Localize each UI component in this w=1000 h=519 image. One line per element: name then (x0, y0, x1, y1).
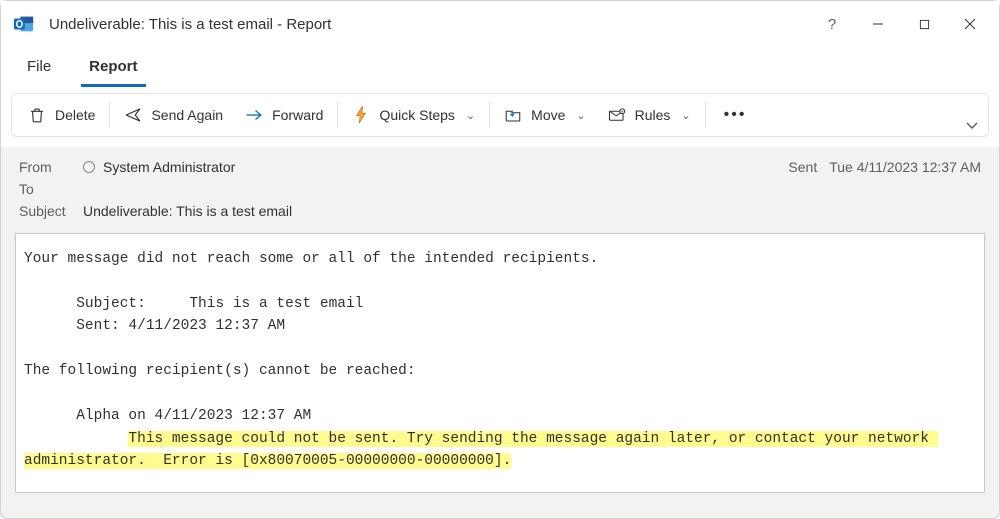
collapse-ribbon-button[interactable] (962, 117, 982, 138)
move-to-folder-icon (504, 106, 522, 124)
minimize-button[interactable] (855, 1, 901, 47)
rules-button[interactable]: Rules ⌄ (598, 97, 701, 133)
message-body-pane[interactable]: Your message did not reach some or all o… (15, 233, 985, 493)
close-button[interactable] (947, 1, 993, 47)
maximize-button[interactable] (901, 1, 947, 47)
ribbon-toolbar: Delete Send Again Forward Quick Steps ⌄ (11, 93, 989, 137)
ellipsis-icon: ••• (724, 106, 747, 124)
sent-value: Tue 4/11/2023 12:37 AM (829, 159, 981, 175)
send-again-label: Send Again (151, 107, 223, 123)
rules-icon (608, 106, 626, 124)
from-value: System Administrator (103, 159, 235, 175)
chevron-down-icon: ⌄ (466, 109, 475, 122)
lightning-icon (352, 106, 370, 124)
error-highlight: This message could not be sent. Try send… (24, 431, 938, 469)
move-button[interactable]: Move ⌄ (494, 97, 595, 133)
send-icon (124, 106, 142, 124)
forward-arrow-icon (245, 106, 263, 124)
forward-label: Forward (272, 107, 323, 123)
outlook-app-icon (13, 13, 35, 35)
to-label: To (19, 181, 83, 197)
rules-label: Rules (635, 107, 671, 123)
title-bar: Undeliverable: This is a test email - Re… (1, 1, 999, 47)
from-label: From (19, 159, 83, 175)
chevron-down-icon: ⌄ (576, 109, 585, 122)
forward-button[interactable]: Forward (235, 97, 333, 133)
tab-file[interactable]: File (19, 50, 59, 87)
move-label: Move (531, 107, 565, 123)
presence-indicator-icon (83, 161, 95, 173)
ribbon-tabs: File Report (1, 47, 999, 87)
help-button[interactable]: ? (809, 1, 855, 47)
send-again-button[interactable]: Send Again (114, 97, 233, 133)
delete-label: Delete (55, 107, 95, 123)
delete-button[interactable]: Delete (18, 97, 105, 133)
window-title: Undeliverable: This is a test email - Re… (49, 16, 331, 33)
message-header: From System Administrator Sent Tue 4/11/… (1, 147, 999, 229)
chevron-down-icon: ⌄ (681, 109, 690, 122)
quick-steps-button[interactable]: Quick Steps ⌄ (342, 97, 485, 133)
subject-label: Subject (19, 203, 83, 219)
more-commands-button[interactable]: ••• (710, 97, 761, 133)
sent-label: Sent (788, 159, 817, 175)
quick-steps-label: Quick Steps (379, 107, 454, 123)
subject-value: Undeliverable: This is a test email (83, 203, 292, 219)
tab-report[interactable]: Report (81, 50, 145, 87)
trash-icon (28, 106, 46, 124)
message-body: Your message did not reach some or all o… (16, 234, 984, 493)
